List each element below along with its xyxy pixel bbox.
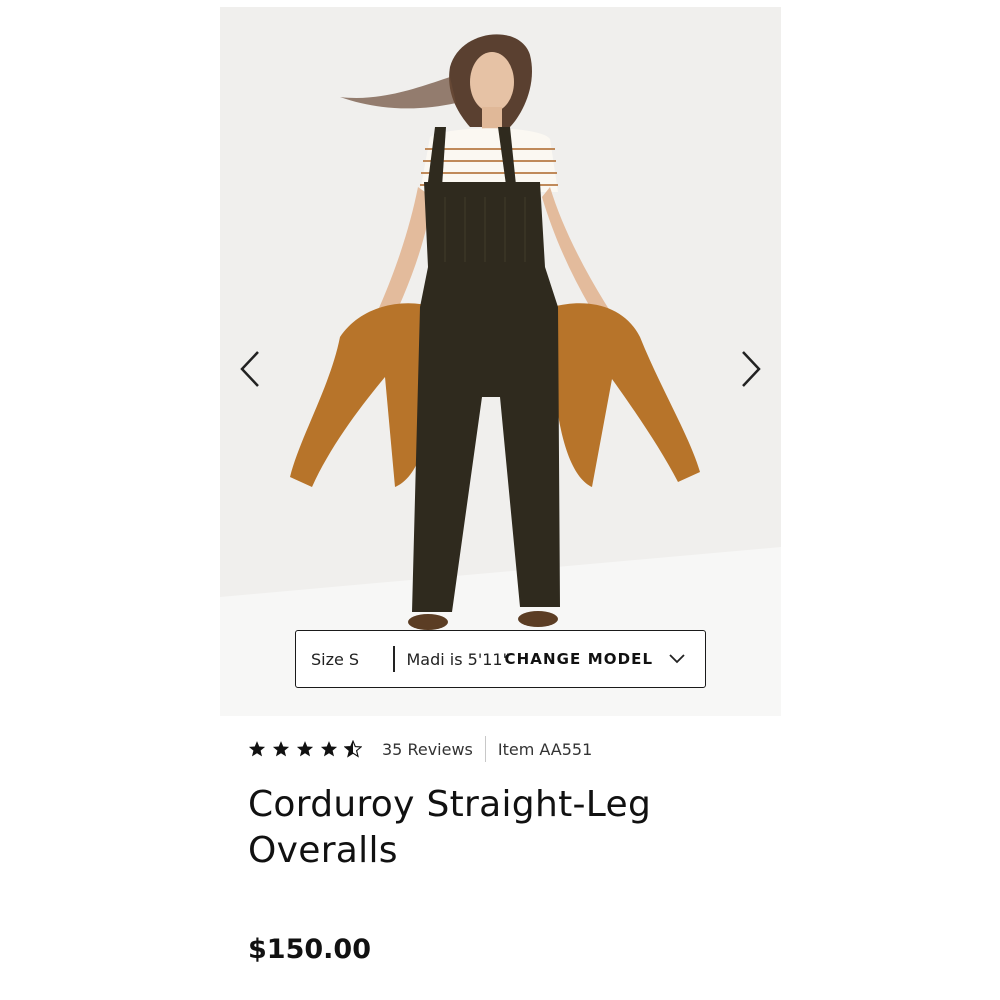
star-full-icon	[320, 741, 338, 757]
star-full-icon	[296, 741, 314, 757]
product-photo	[220, 7, 781, 716]
model-size-label: Size S	[311, 649, 360, 669]
item-number: Item AA551	[497, 739, 593, 759]
chevron-left-icon	[240, 351, 259, 387]
chevron-down-icon	[669, 654, 685, 664]
previous-image-button[interactable]	[228, 342, 272, 396]
product-meta-row: 35 Reviews Item AA551	[248, 735, 592, 763]
product-image-gallery: Size S Madi is 5'11" CHANGE MODEL	[220, 7, 781, 716]
product-price: $150.00	[248, 934, 371, 965]
change-model-button[interactable]: CHANGE MODEL	[505, 650, 686, 668]
model-height-label: Madi is 5'11"	[406, 649, 510, 669]
next-image-button[interactable]	[729, 342, 773, 396]
star-full-icon	[248, 741, 266, 757]
star-rating[interactable]	[248, 740, 362, 758]
star-full-icon	[272, 741, 290, 757]
product-page: Size S Madi is 5'11" CHANGE MODEL 35 Rev…	[0, 0, 1000, 1000]
meta-divider	[484, 736, 486, 762]
star-half-icon	[344, 740, 362, 758]
change-model-label: CHANGE MODEL	[504, 650, 654, 668]
chevron-right-icon	[742, 351, 761, 387]
product-title: Corduroy Straight-Leg Overalls	[248, 784, 652, 871]
model-info-bar: Size S Madi is 5'11" CHANGE MODEL	[295, 630, 706, 688]
reviews-link[interactable]: 35 Reviews	[382, 740, 473, 759]
